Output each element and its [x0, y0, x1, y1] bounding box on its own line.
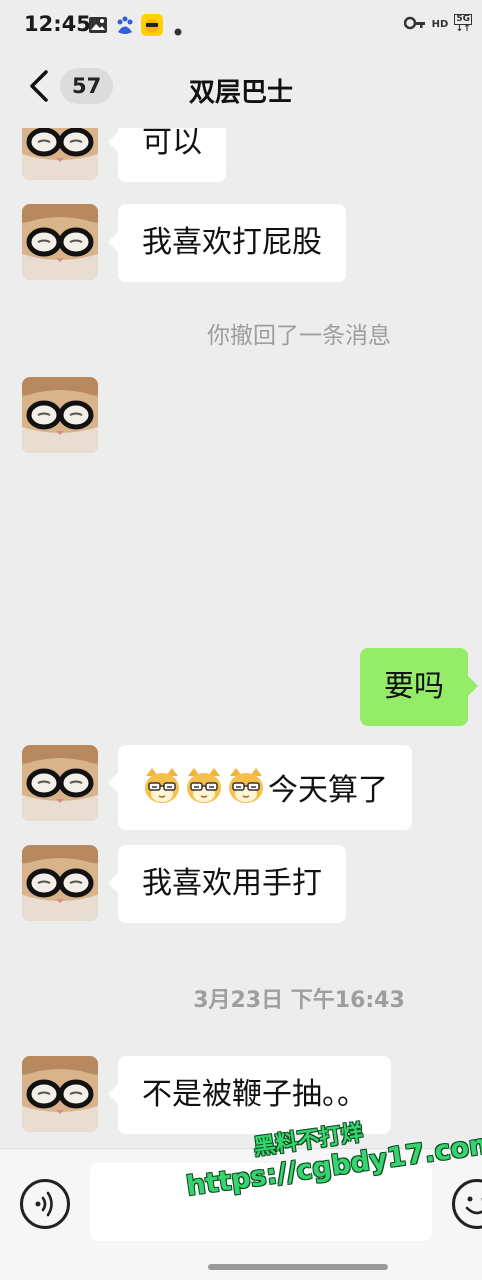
chat-header: 57 双层巴士	[0, 52, 482, 128]
cat-face-emoji	[184, 766, 224, 806]
message-bubble[interactable]: 我喜欢用手打	[108, 845, 346, 923]
cat-face-emoji	[226, 766, 266, 806]
contact-avatar[interactable]	[22, 745, 98, 821]
contact-avatar[interactable]	[22, 204, 98, 280]
message-text: 今天算了	[268, 773, 388, 808]
home-indicator[interactable]	[208, 1264, 388, 1270]
gallery-icon	[88, 15, 108, 39]
hd-indicator: HD	[431, 18, 449, 30]
meituan-app-icon	[140, 13, 164, 41]
message-text: 可以	[142, 128, 202, 160]
timestamp: 3月23日 下午16:43	[193, 988, 405, 1013]
input-bar	[0, 1148, 482, 1280]
contact-avatar[interactable]	[22, 1056, 98, 1132]
message-input[interactable]	[90, 1163, 432, 1241]
contact-avatar[interactable]	[22, 377, 98, 453]
status-time: 12:45	[24, 12, 91, 36]
key-icon	[403, 15, 426, 34]
dot-icon	[174, 21, 182, 40]
voice-icon[interactable]	[20, 1179, 70, 1229]
cat-face-emoji	[142, 766, 182, 806]
contact-avatar[interactable]	[22, 845, 98, 921]
outgoing-message-bubble[interactable]: 要吗	[360, 648, 478, 726]
message-text: 我喜欢打屁股	[142, 225, 322, 260]
signal-icon: 5G ↓↑	[454, 14, 472, 34]
message-text: 要吗	[384, 669, 444, 704]
message-bubble[interactable]: 可以	[108, 128, 226, 182]
baidu-app-icon	[114, 15, 136, 41]
message-bubble[interactable]: 不是被鞭子抽。。	[108, 1056, 391, 1134]
message-text: 不是被鞭子抽。。	[142, 1077, 367, 1112]
message-row: 可以	[0, 128, 482, 184]
message-bubble[interactable]: 我喜欢打屁股	[108, 204, 346, 282]
message-bubble[interactable]: 今天算了	[108, 745, 412, 830]
status-right: HD 5G ↓↑	[403, 14, 472, 34]
message-text: 我喜欢用手打	[142, 866, 322, 901]
contact-avatar[interactable]	[22, 128, 98, 180]
status-bar: 12:45 HD 5G ↓↑	[0, 0, 482, 52]
recall-notice: 你撤回了一条消息	[207, 323, 391, 349]
emoji-icon[interactable]	[452, 1179, 482, 1229]
chat-title: 双层巴士	[188, 78, 293, 108]
